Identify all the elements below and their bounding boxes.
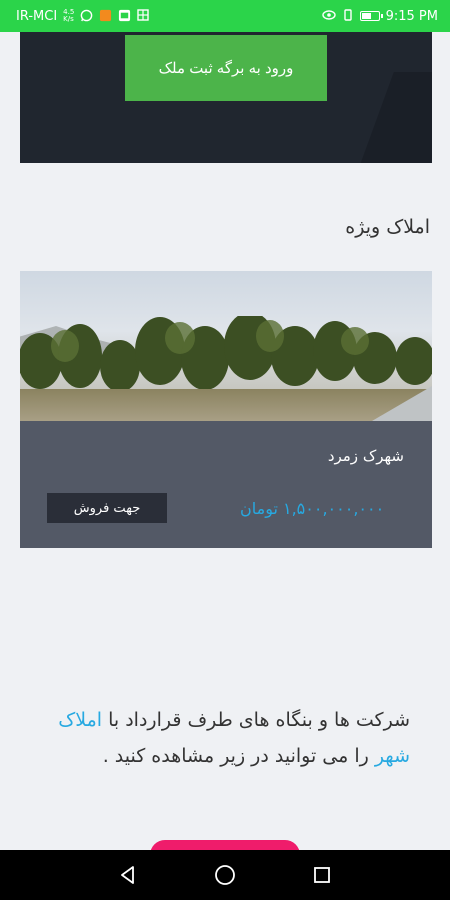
hero-banner: ورود به برگه ثبت ملک	[20, 32, 432, 163]
status-right: 9:15 PM	[321, 8, 438, 24]
listing-photo	[20, 271, 432, 421]
listing-price: ۱,۵۰۰,۰۰۰,۰۰۰ تومان	[240, 499, 385, 518]
partners-text-after: را می توانید در زیر مشاهده کنید .	[102, 745, 375, 767]
home-icon[interactable]	[205, 855, 245, 895]
register-property-button[interactable]: ورود به برگه ثبت ملک	[125, 35, 327, 101]
photo-ground	[20, 389, 432, 421]
for-sale-badge: جهت فروش	[47, 493, 167, 523]
vibrate-icon	[342, 9, 354, 23]
sale-badge-wrap: جهت فروش	[47, 493, 183, 523]
featured-listing-card[interactable]: شهرک زمرد ۱,۵۰۰,۰۰۰,۰۰۰ تومان جهت فروش	[20, 271, 432, 548]
navigation-bar	[0, 850, 450, 900]
eye-comfort-icon	[321, 9, 336, 23]
status-bar: IR-MCI 4.5 K/s 9:15 PM	[0, 0, 450, 32]
carrier-label: IR-MCI	[16, 8, 58, 24]
back-icon[interactable]	[108, 855, 148, 895]
battery-fill	[361, 13, 371, 19]
whatsapp-icon	[80, 9, 93, 24]
partners-text-before: شرکت ها و بنگاه های طرف قرارداد با	[102, 709, 410, 731]
network-speed-unit: K/s	[63, 15, 74, 23]
grid-icon	[137, 9, 150, 23]
app-notification-icon	[99, 9, 112, 24]
app-notification-icon-2	[118, 9, 131, 24]
network-speed: 4.5 K/s	[63, 9, 74, 23]
listing-title: شهرک زمرد	[327, 447, 404, 465]
recents-icon[interactable]	[302, 855, 342, 895]
status-left: IR-MCI 4.5 K/s	[16, 8, 150, 24]
featured-section-title: املاک ویژه	[345, 216, 430, 238]
status-time: 9:15 PM	[385, 8, 438, 24]
partners-description: شرکت ها و بنگاه های طرف قرارداد با املاک…	[40, 702, 410, 774]
battery-icon	[359, 11, 383, 21]
